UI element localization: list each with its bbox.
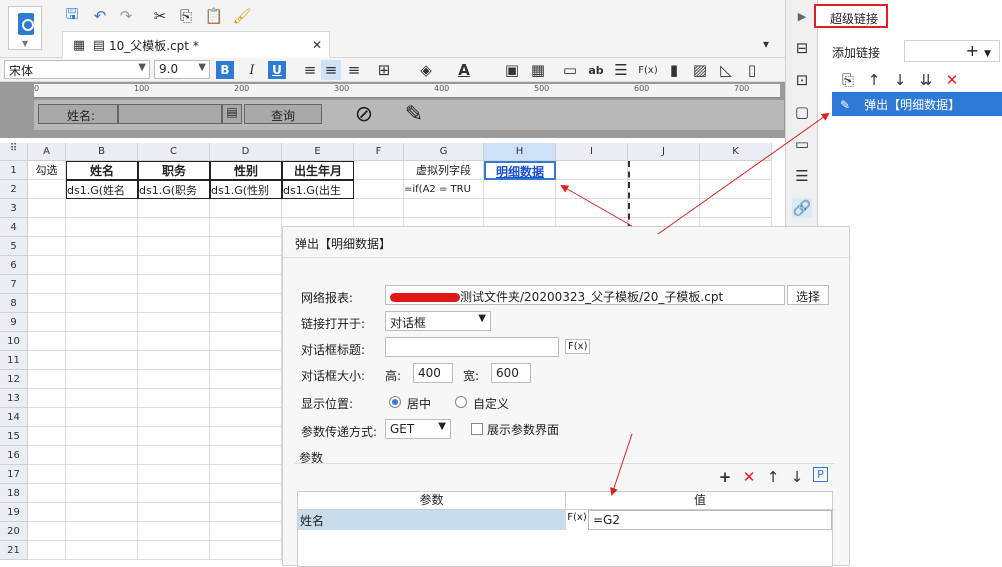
arrow-to-value — [610, 433, 633, 496]
annotation-arrows — [560, 112, 830, 496]
arrow-to-cell-h1 — [560, 185, 633, 227]
arrow-to-link-item — [657, 112, 830, 235]
